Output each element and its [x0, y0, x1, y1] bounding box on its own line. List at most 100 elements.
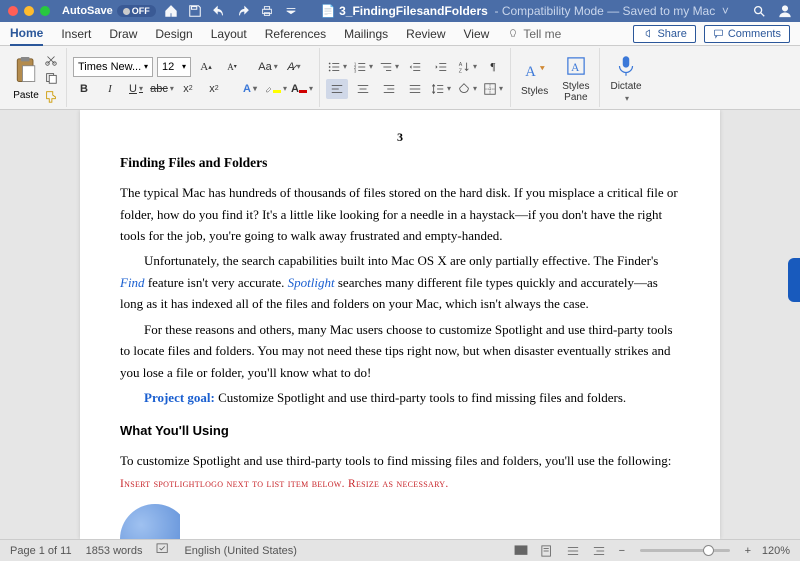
body-paragraph: To customize Spotlight and use third-par… — [120, 450, 680, 471]
font-size-select[interactable]: 12▾ — [157, 57, 191, 77]
doc-name: 3_FindingFilesandFolders — [339, 4, 488, 18]
fullscreen-window-button[interactable] — [40, 6, 50, 16]
share-button[interactable]: Share — [633, 25, 695, 43]
clear-formatting-button[interactable]: A̷ — [283, 57, 305, 77]
paste-icon[interactable] — [12, 55, 40, 90]
justify-button[interactable] — [404, 79, 426, 99]
zoom-slider[interactable] — [640, 549, 730, 552]
align-left-button[interactable] — [326, 79, 348, 99]
instruction-note: Insert spotlightlogo next to list item b… — [120, 475, 680, 494]
save-icon[interactable] — [188, 4, 202, 18]
zoom-out-button[interactable]: − — [616, 545, 628, 557]
tab-insert[interactable]: Insert — [61, 23, 91, 45]
zoom-level[interactable]: 120% — [762, 545, 790, 557]
paste-label[interactable]: Paste — [13, 90, 39, 101]
spellcheck-icon[interactable] — [156, 543, 170, 558]
tab-references[interactable]: References — [265, 23, 326, 45]
tab-view[interactable]: View — [464, 23, 490, 45]
borders-button[interactable] — [482, 79, 504, 99]
minimize-window-button[interactable] — [24, 6, 34, 16]
bullets-button[interactable] — [326, 57, 348, 77]
side-panel-handle[interactable] — [788, 258, 800, 302]
clipboard-group: Paste — [6, 48, 67, 107]
increase-font-button[interactable]: A▴ — [195, 57, 217, 77]
home-icon[interactable] — [164, 4, 178, 18]
italic-button[interactable]: I — [99, 79, 121, 99]
undo-icon[interactable] — [212, 4, 226, 18]
show-marks-button[interactable]: ¶ — [482, 57, 504, 77]
zoom-in-button[interactable]: + — [742, 545, 754, 557]
find-link: Find — [120, 275, 145, 290]
status-bar: Page 1 of 11 1853 words English (United … — [0, 539, 800, 561]
heading-finding-files: Finding Files and Folders — [120, 152, 680, 174]
document-page[interactable]: 3 Finding Files and Folders The typical … — [80, 110, 720, 539]
dictate-group: Dictate — [600, 48, 651, 107]
copy-button[interactable] — [42, 70, 60, 86]
autosave-pill: OFF — [117, 5, 156, 17]
bulb-icon — [507, 28, 519, 40]
bold-button[interactable]: B — [73, 79, 95, 99]
tab-draw[interactable]: Draw — [109, 23, 137, 45]
focus-mode-button[interactable] — [512, 544, 530, 558]
comments-button[interactable]: Comments — [704, 25, 790, 43]
tab-home[interactable]: Home — [10, 22, 43, 46]
dictate-button[interactable]: Dictate — [606, 51, 645, 105]
align-right-button[interactable] — [378, 79, 400, 99]
spotlight-link: Spotlight — [288, 275, 335, 290]
text-effects-button[interactable]: A — [239, 79, 261, 99]
tab-review[interactable]: Review — [406, 23, 445, 45]
sort-button[interactable]: AZ — [456, 57, 478, 77]
account-icon[interactable] — [778, 4, 792, 18]
outline-view-button[interactable] — [590, 544, 608, 558]
ribbon-tabs: Home Insert Draw Design Layout Reference… — [0, 22, 800, 46]
superscript-button[interactable]: x2 — [203, 79, 225, 99]
page-indicator[interactable]: Page 1 of 11 — [10, 545, 72, 557]
numbering-button[interactable]: 123 — [352, 57, 374, 77]
print-layout-button[interactable] — [538, 544, 556, 558]
language-indicator[interactable]: English (United States) — [184, 545, 297, 557]
web-layout-button[interactable] — [564, 544, 582, 558]
styles-pane-button[interactable]: A Styles Pane — [558, 51, 593, 105]
svg-text:A: A — [571, 61, 580, 73]
subscript-button[interactable]: x2 — [177, 79, 199, 99]
close-window-button[interactable] — [8, 6, 18, 16]
save-status: Saved to my Mac — [623, 4, 716, 18]
tab-layout[interactable]: Layout — [211, 23, 247, 45]
print-icon[interactable] — [260, 4, 274, 18]
multilevel-list-button[interactable] — [378, 57, 400, 77]
doc-icon: 📄 — [321, 4, 336, 18]
svg-text:A: A — [459, 62, 463, 68]
ribbon: Paste Times New...▾ 12▾ A▴ A▾ Aa A̷ B I … — [0, 46, 800, 110]
strikethrough-button[interactable]: abc — [151, 79, 173, 99]
svg-text:A: A — [525, 64, 536, 80]
line-spacing-button[interactable] — [430, 79, 452, 99]
cut-button[interactable] — [42, 52, 60, 68]
change-case-button[interactable]: Aa — [257, 57, 279, 77]
page-number-header: 3 — [120, 128, 680, 148]
window-controls — [8, 6, 50, 16]
window-title: 📄 3_FindingFilesandFolders - Compatibili… — [298, 4, 752, 18]
body-paragraph: Unfortunately, the search capabilities b… — [120, 250, 680, 314]
font-group: Times New...▾ 12▾ A▴ A▾ Aa A̷ B I U abc … — [67, 48, 320, 107]
format-painter-button[interactable] — [42, 88, 60, 104]
underline-button[interactable]: U — [125, 79, 147, 99]
word-count[interactable]: 1853 words — [86, 545, 143, 557]
decrease-font-button[interactable]: A▾ — [221, 57, 243, 77]
align-center-button[interactable] — [352, 79, 374, 99]
shading-button[interactable] — [456, 79, 478, 99]
styles-button[interactable]: A Styles — [517, 56, 552, 99]
highlight-button[interactable] — [265, 79, 287, 99]
qat-overflow-icon[interactable] — [284, 4, 298, 18]
font-color-button[interactable]: A — [291, 79, 313, 99]
decrease-indent-button[interactable] — [404, 57, 426, 77]
redo-icon[interactable] — [236, 4, 250, 18]
compat-mode: Compatibility Mode — [502, 4, 604, 18]
autosave-toggle[interactable]: AutoSave OFF — [62, 5, 156, 17]
tab-design[interactable]: Design — [155, 23, 192, 45]
tab-mailings[interactable]: Mailings — [344, 23, 388, 45]
font-name-select[interactable]: Times New...▾ — [73, 57, 153, 77]
tell-me-search[interactable]: Tell me — [507, 27, 561, 41]
search-icon[interactable] — [752, 4, 766, 18]
autosave-label: AutoSave — [62, 5, 113, 17]
increase-indent-button[interactable] — [430, 57, 452, 77]
